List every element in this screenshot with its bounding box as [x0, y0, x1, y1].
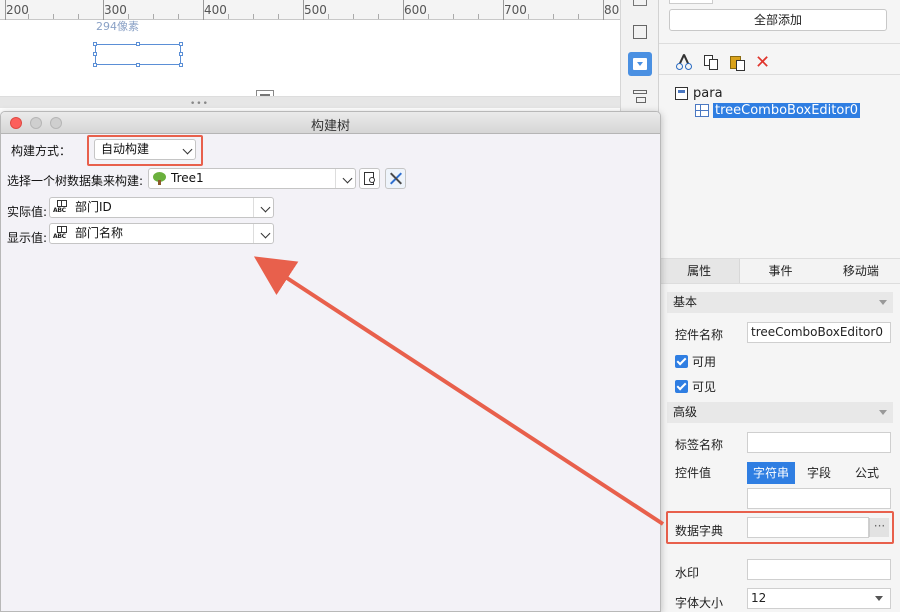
- resize-handle[interactable]: [179, 63, 183, 67]
- tag-name-label: 标签名称: [675, 438, 724, 452]
- tree-item-label: treeComboBoxEditor0: [713, 102, 860, 118]
- tab-mobile[interactable]: 移动端: [821, 259, 900, 283]
- chevron-down-icon[interactable]: [875, 596, 883, 601]
- tag-name-input[interactable]: [747, 432, 891, 453]
- tree-root-label: para: [693, 85, 723, 101]
- resize-handle[interactable]: [179, 52, 183, 56]
- cut-icon[interactable]: [675, 54, 693, 72]
- value-type-switch: 字符串 字段 公式: [747, 462, 891, 484]
- build-mode-select[interactable]: 自动构建: [94, 139, 196, 160]
- copy-icon[interactable]: [703, 54, 721, 72]
- ruler-label: 200: [6, 3, 29, 17]
- divider: [659, 43, 900, 44]
- rectangle-icon: [633, 25, 647, 39]
- display-value-label: 显示值:: [7, 231, 48, 245]
- value-type-formula[interactable]: 公式: [843, 462, 891, 484]
- visible-checkbox[interactable]: 可见: [675, 378, 716, 395]
- control-name-label: 控件名称: [675, 328, 724, 342]
- dataset-select[interactable]: Tree1: [148, 168, 356, 189]
- field-abc-icon: ABC: [53, 200, 71, 215]
- resize-handle[interactable]: [93, 42, 97, 46]
- display-value-select[interactable]: ABC 部门名称: [49, 223, 274, 244]
- widget-list-button[interactable]: [628, 52, 652, 76]
- widget-tree-item[interactable]: treeComboBoxEditor0: [695, 102, 860, 118]
- collapse-arrow-icon: [879, 410, 887, 415]
- resize-handle[interactable]: [136, 42, 140, 46]
- control-name-input[interactable]: treeComboBoxEditor0: [747, 322, 891, 343]
- collapse-arrow-icon: [879, 300, 887, 305]
- checkbox-checked-icon: [675, 380, 688, 393]
- splitter-grip-icon[interactable]: •••: [190, 99, 209, 109]
- widget-tree-root[interactable]: para: [675, 85, 723, 101]
- layout-block-button[interactable]: [628, 20, 652, 44]
- section-basic[interactable]: 基本: [667, 292, 893, 313]
- visible-label: 可见: [692, 380, 717, 394]
- component-icon[interactable]: [633, 0, 647, 6]
- build-mode-label: 构建方式：: [11, 144, 72, 158]
- value-type-string[interactable]: 字符串: [747, 462, 795, 484]
- dialog-title: 构建树: [310, 119, 350, 134]
- tree-icon: [153, 172, 166, 185]
- preview-dataset-button[interactable]: [359, 168, 380, 189]
- actual-value-label: 实际值:: [7, 205, 48, 219]
- section-advanced[interactable]: 高级: [667, 402, 893, 423]
- dropdown-widget-icon: [633, 58, 647, 70]
- field-abc-icon: ABC: [53, 226, 71, 241]
- checkbox-checked-icon: [675, 355, 688, 368]
- dataset-label: 选择一个树数据集来构建:: [7, 174, 144, 188]
- annotation-highlight-box: [666, 511, 894, 544]
- section-basic-title: 基本: [673, 295, 698, 309]
- enabled-checkbox[interactable]: 可用: [675, 353, 716, 370]
- control-value-input[interactable]: [747, 488, 891, 509]
- layout-icon: [633, 90, 647, 103]
- ruler-label: 700: [504, 3, 527, 17]
- build-tree-dialog: 构建树 构建方式： 自动构建 选择一个树数据集来构建: Tree1 实际值: A…: [0, 111, 661, 612]
- property-tabs: 属性 事件 移动端: [659, 258, 900, 284]
- ruler-label: 600: [404, 3, 427, 17]
- selected-widget[interactable]: [95, 44, 274, 108]
- paste-icon[interactable]: [729, 54, 747, 72]
- control-value-label: 控件值: [675, 466, 712, 480]
- ruler-label: 300: [104, 3, 127, 17]
- enabled-label: 可用: [692, 355, 717, 369]
- horizontal-ruler: 200 300 400 500 600 700 80: [0, 0, 620, 20]
- add-all-button[interactable]: 全部添加: [669, 9, 887, 31]
- display-value-value: 部门名称: [75, 226, 124, 240]
- delete-icon[interactable]: ✕: [755, 54, 773, 72]
- resize-handle[interactable]: [93, 63, 97, 67]
- tree-combo-widget-icon: [695, 103, 709, 117]
- watermark-label: 水印: [675, 566, 700, 580]
- property-panel: 全部添加 ✕ para treeComboBoxEditor0 属性 事件 移动…: [658, 0, 900, 612]
- width-hint: 294像素: [96, 20, 139, 33]
- form-layout-button[interactable]: [628, 84, 652, 108]
- watermark-input[interactable]: [747, 559, 891, 580]
- divider: [659, 74, 900, 75]
- canvas-bottom-area: [0, 96, 620, 108]
- value-type-field[interactable]: 字段: [795, 462, 843, 484]
- tab-events[interactable]: 事件: [740, 259, 820, 283]
- dataset-value: Tree1: [171, 171, 204, 185]
- section-advanced-title: 高级: [673, 405, 698, 419]
- resize-handle[interactable]: [93, 52, 97, 56]
- font-size-select[interactable]: 12: [747, 588, 891, 609]
- ruler-label: 80: [604, 3, 620, 17]
- build-mode-value: 自动构建: [101, 142, 150, 156]
- tree-settings-button[interactable]: [385, 168, 406, 189]
- chevron-down-icon: [182, 144, 193, 155]
- dialog-titlebar[interactable]: 构建树: [1, 112, 660, 134]
- ruler-label: 400: [204, 3, 227, 17]
- resize-handle[interactable]: [179, 42, 183, 46]
- actual-value-value: 部门ID: [75, 200, 112, 214]
- font-size-value: 12: [751, 591, 767, 605]
- font-size-label: 字体大小: [675, 596, 724, 610]
- panel-top-field[interactable]: [669, 0, 713, 4]
- tab-properties[interactable]: 属性: [659, 259, 741, 283]
- resize-handle[interactable]: [136, 63, 140, 67]
- actual-value-select[interactable]: ABC 部门ID: [49, 197, 274, 218]
- ruler-label: 500: [304, 3, 327, 17]
- panel-node-icon: [675, 86, 688, 100]
